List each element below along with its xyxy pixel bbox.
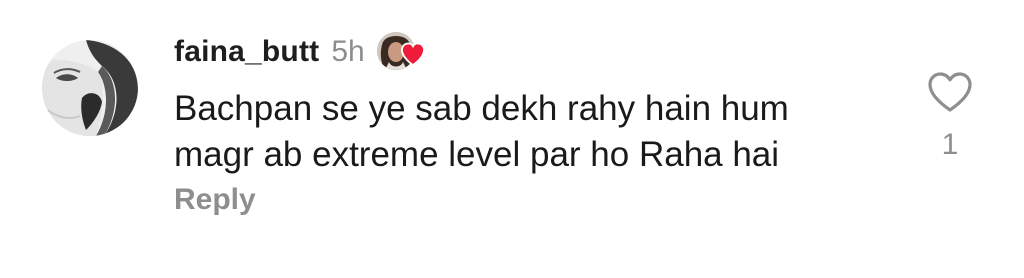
like-button[interactable] [926,70,974,114]
heart-icon [400,42,425,67]
comment-text: Bachpan se ye sab dekh rahy hain hum mag… [174,89,789,174]
heart-outline-icon [928,72,972,112]
comment-header: faina_butt 5h [174,30,425,74]
like-column: 1 [920,70,980,162]
author-liked-indicator [376,32,425,72]
avatar-image [42,40,138,136]
like-count: 1 [941,128,959,161]
comment: faina_butt 5h Bachpan se ye sab dekh rah… [0,0,1024,278]
avatar[interactable] [42,40,138,136]
username[interactable]: faina_butt [174,35,319,69]
timestamp: 5h [331,35,365,68]
reply-button[interactable]: Reply [174,183,256,217]
